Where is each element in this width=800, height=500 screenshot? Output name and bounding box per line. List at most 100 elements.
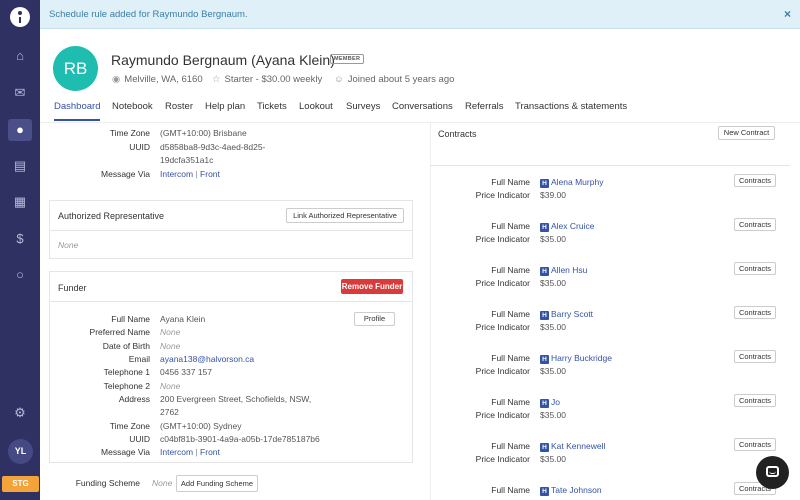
- contract-name: H Harry Buckridge: [540, 353, 612, 364]
- contract-name: H Alena Murphy: [540, 177, 603, 188]
- contract-full-name-label: Full Name: [491, 441, 530, 451]
- app-logo[interactable]: [10, 7, 30, 27]
- contracts-button[interactable]: Contracts: [734, 306, 776, 319]
- contract-name-link[interactable]: Allen Hsu: [551, 265, 587, 275]
- tab-referrals[interactable]: Referrals: [465, 101, 504, 112]
- link-authorized-representative-button[interactable]: Link Authorized Representative: [286, 208, 404, 223]
- authorized-representative-title: Authorized Representative: [58, 211, 165, 221]
- user-icon[interactable]: ●: [8, 119, 32, 141]
- client-joined: ☺ Joined about 5 years ago: [334, 74, 455, 85]
- chat-launcher-icon[interactable]: [756, 456, 789, 489]
- contract-price: $39.00: [540, 190, 566, 200]
- authorized-representative-panel: Authorized Representative Link Authorize…: [49, 200, 413, 259]
- tab-tickets[interactable]: Tickets: [257, 101, 287, 112]
- intercom-link[interactable]: Intercom: [160, 169, 193, 179]
- contract-name-link[interactable]: Jo: [551, 397, 560, 407]
- add-funding-scheme-button[interactable]: Add Funding Scheme: [176, 475, 258, 492]
- contract-row: Full Name H Jo Price Indicator $35.00 Contrac…: [430, 394, 790, 437]
- contracts-button[interactable]: Contracts: [734, 350, 776, 363]
- contract-price-label: Price Indicator: [475, 410, 530, 420]
- client-plan: ☆ Starter - $30.00 weekly: [212, 74, 323, 85]
- gear-icon[interactable]: ⚙: [8, 402, 32, 424]
- tab-dashboard[interactable]: Dashboard: [54, 101, 100, 112]
- funder-message-via: Intercom | Front: [160, 447, 220, 457]
- contract-name-link[interactable]: Kat Kennewell: [551, 441, 605, 451]
- store-icon[interactable]: ▤: [8, 155, 32, 177]
- funder-message-via-label: Message Via: [101, 447, 150, 457]
- funder-address-label: Address: [118, 394, 150, 404]
- home-icon[interactable]: ⌂: [8, 45, 32, 67]
- contract-full-name-label: Full Name: [491, 177, 530, 187]
- tab-roster[interactable]: Roster: [165, 101, 193, 112]
- contract-price: $35.00: [540, 366, 566, 376]
- tab-conversations[interactable]: Conversations: [392, 101, 453, 112]
- h-icon: H: [540, 399, 549, 408]
- contracts-button[interactable]: Contracts: [734, 438, 776, 451]
- funder-tel2-label: Telephone 2: [103, 381, 150, 391]
- calendar-icon[interactable]: ▦: [8, 191, 32, 213]
- funder-uuid-label: UUID: [129, 434, 150, 444]
- new-contract-button[interactable]: New Contract: [718, 126, 775, 140]
- dollar-icon[interactable]: $: [8, 228, 32, 250]
- tab-transactions[interactable]: Transactions & statements: [515, 101, 627, 112]
- remove-funder-button[interactable]: Remove Funder: [341, 279, 403, 294]
- contract-name-link[interactable]: Tate Johnson: [551, 485, 602, 495]
- inbox-icon[interactable]: ✉: [8, 82, 32, 104]
- contract-name-link[interactable]: Barry Scott: [551, 309, 593, 319]
- member-badge: MEMBER: [330, 54, 365, 64]
- funder-timezone-label: Time Zone: [109, 421, 150, 431]
- contract-full-name-label: Full Name: [491, 397, 530, 407]
- contract-full-name-label: Full Name: [491, 353, 530, 363]
- front-link[interactable]: Front: [200, 169, 220, 179]
- person-icon: ☺: [334, 74, 344, 85]
- contract-row: Full Name H Alena Murphy Price Indicator $39…: [430, 174, 790, 217]
- contracts-button[interactable]: Contracts: [734, 394, 776, 407]
- contract-price: $35.00: [540, 454, 566, 464]
- contracts-button[interactable]: Contracts: [734, 218, 776, 231]
- tab-surveys[interactable]: Surveys: [346, 101, 380, 112]
- h-icon: H: [540, 355, 549, 364]
- contract-full-name-label: Full Name: [491, 309, 530, 319]
- funder-intercom-link[interactable]: Intercom: [160, 447, 193, 457]
- contract-row: Full NameHTate JohnsonPrice IndicatorCon…: [430, 482, 790, 500]
- contract-name-link[interactable]: Alex Cruice: [551, 221, 594, 231]
- contract-name-link[interactable]: Harry Buckridge: [551, 353, 612, 363]
- h-icon: H: [540, 179, 549, 188]
- contracts-button[interactable]: Contracts: [734, 262, 776, 275]
- funder-preferred-name-label: Preferred Name: [89, 327, 150, 337]
- funder-front-link[interactable]: Front: [200, 447, 220, 457]
- h-icon: H: [540, 223, 549, 232]
- client-avatar: RB: [53, 46, 98, 91]
- contract-name-link[interactable]: Alena Murphy: [551, 177, 603, 187]
- search-icon[interactable]: ○: [8, 264, 32, 286]
- funding-scheme-label: Funding Scheme: [75, 478, 140, 488]
- contract-row: Full Name H Kat Kennewell Price Indicator $3…: [430, 438, 790, 481]
- contracts-title: Contracts: [438, 129, 477, 139]
- contract-price-label: Price Indicator: [475, 454, 530, 464]
- funder-dob-label: Date of Birth: [102, 341, 150, 351]
- funder-preferred-name: None: [160, 327, 181, 337]
- contract-price: $35.00: [540, 410, 566, 420]
- contract-price-label: Price Indicator: [475, 366, 530, 376]
- contract-price-label: Price Indicator: [475, 278, 530, 288]
- uuid-label: UUID: [129, 142, 150, 152]
- profile-button[interactable]: Profile: [354, 312, 395, 326]
- star-icon: ☆: [212, 74, 221, 85]
- tab-help-plan[interactable]: Help plan: [205, 101, 245, 112]
- funder-address-line1: 200 Evergreen Street, Schofields, NSW,: [160, 394, 312, 404]
- contract-price-label: Price Indicator: [475, 322, 530, 332]
- message-via-label: Message Via: [101, 169, 150, 179]
- funder-timezone: (GMT+10:00) Sydney: [160, 421, 242, 431]
- tab-notebook[interactable]: Notebook: [112, 101, 153, 112]
- h-icon: H: [540, 443, 549, 452]
- contracts-button[interactable]: Contracts: [734, 174, 776, 187]
- funder-tel1: 0456 337 157: [160, 367, 212, 377]
- tab-lookout[interactable]: Lookout: [299, 101, 333, 112]
- funder-email-link[interactable]: ayana138@halvorson.ca: [160, 354, 254, 364]
- contracts-panel: Contracts New Contract Full Name H Alena M…: [430, 123, 790, 500]
- close-icon[interactable]: ×: [784, 7, 791, 21]
- funder-tel1-label: Telephone 1: [103, 367, 150, 377]
- notification-banner: Schedule rule added for Raymundo Bergnau…: [40, 0, 800, 29]
- funder-uuid: c04bf81b-3901-4a9a-a05b-17de785187b6: [160, 434, 320, 444]
- client-name: Raymundo Bergnaum (Ayana Klein): [111, 52, 335, 68]
